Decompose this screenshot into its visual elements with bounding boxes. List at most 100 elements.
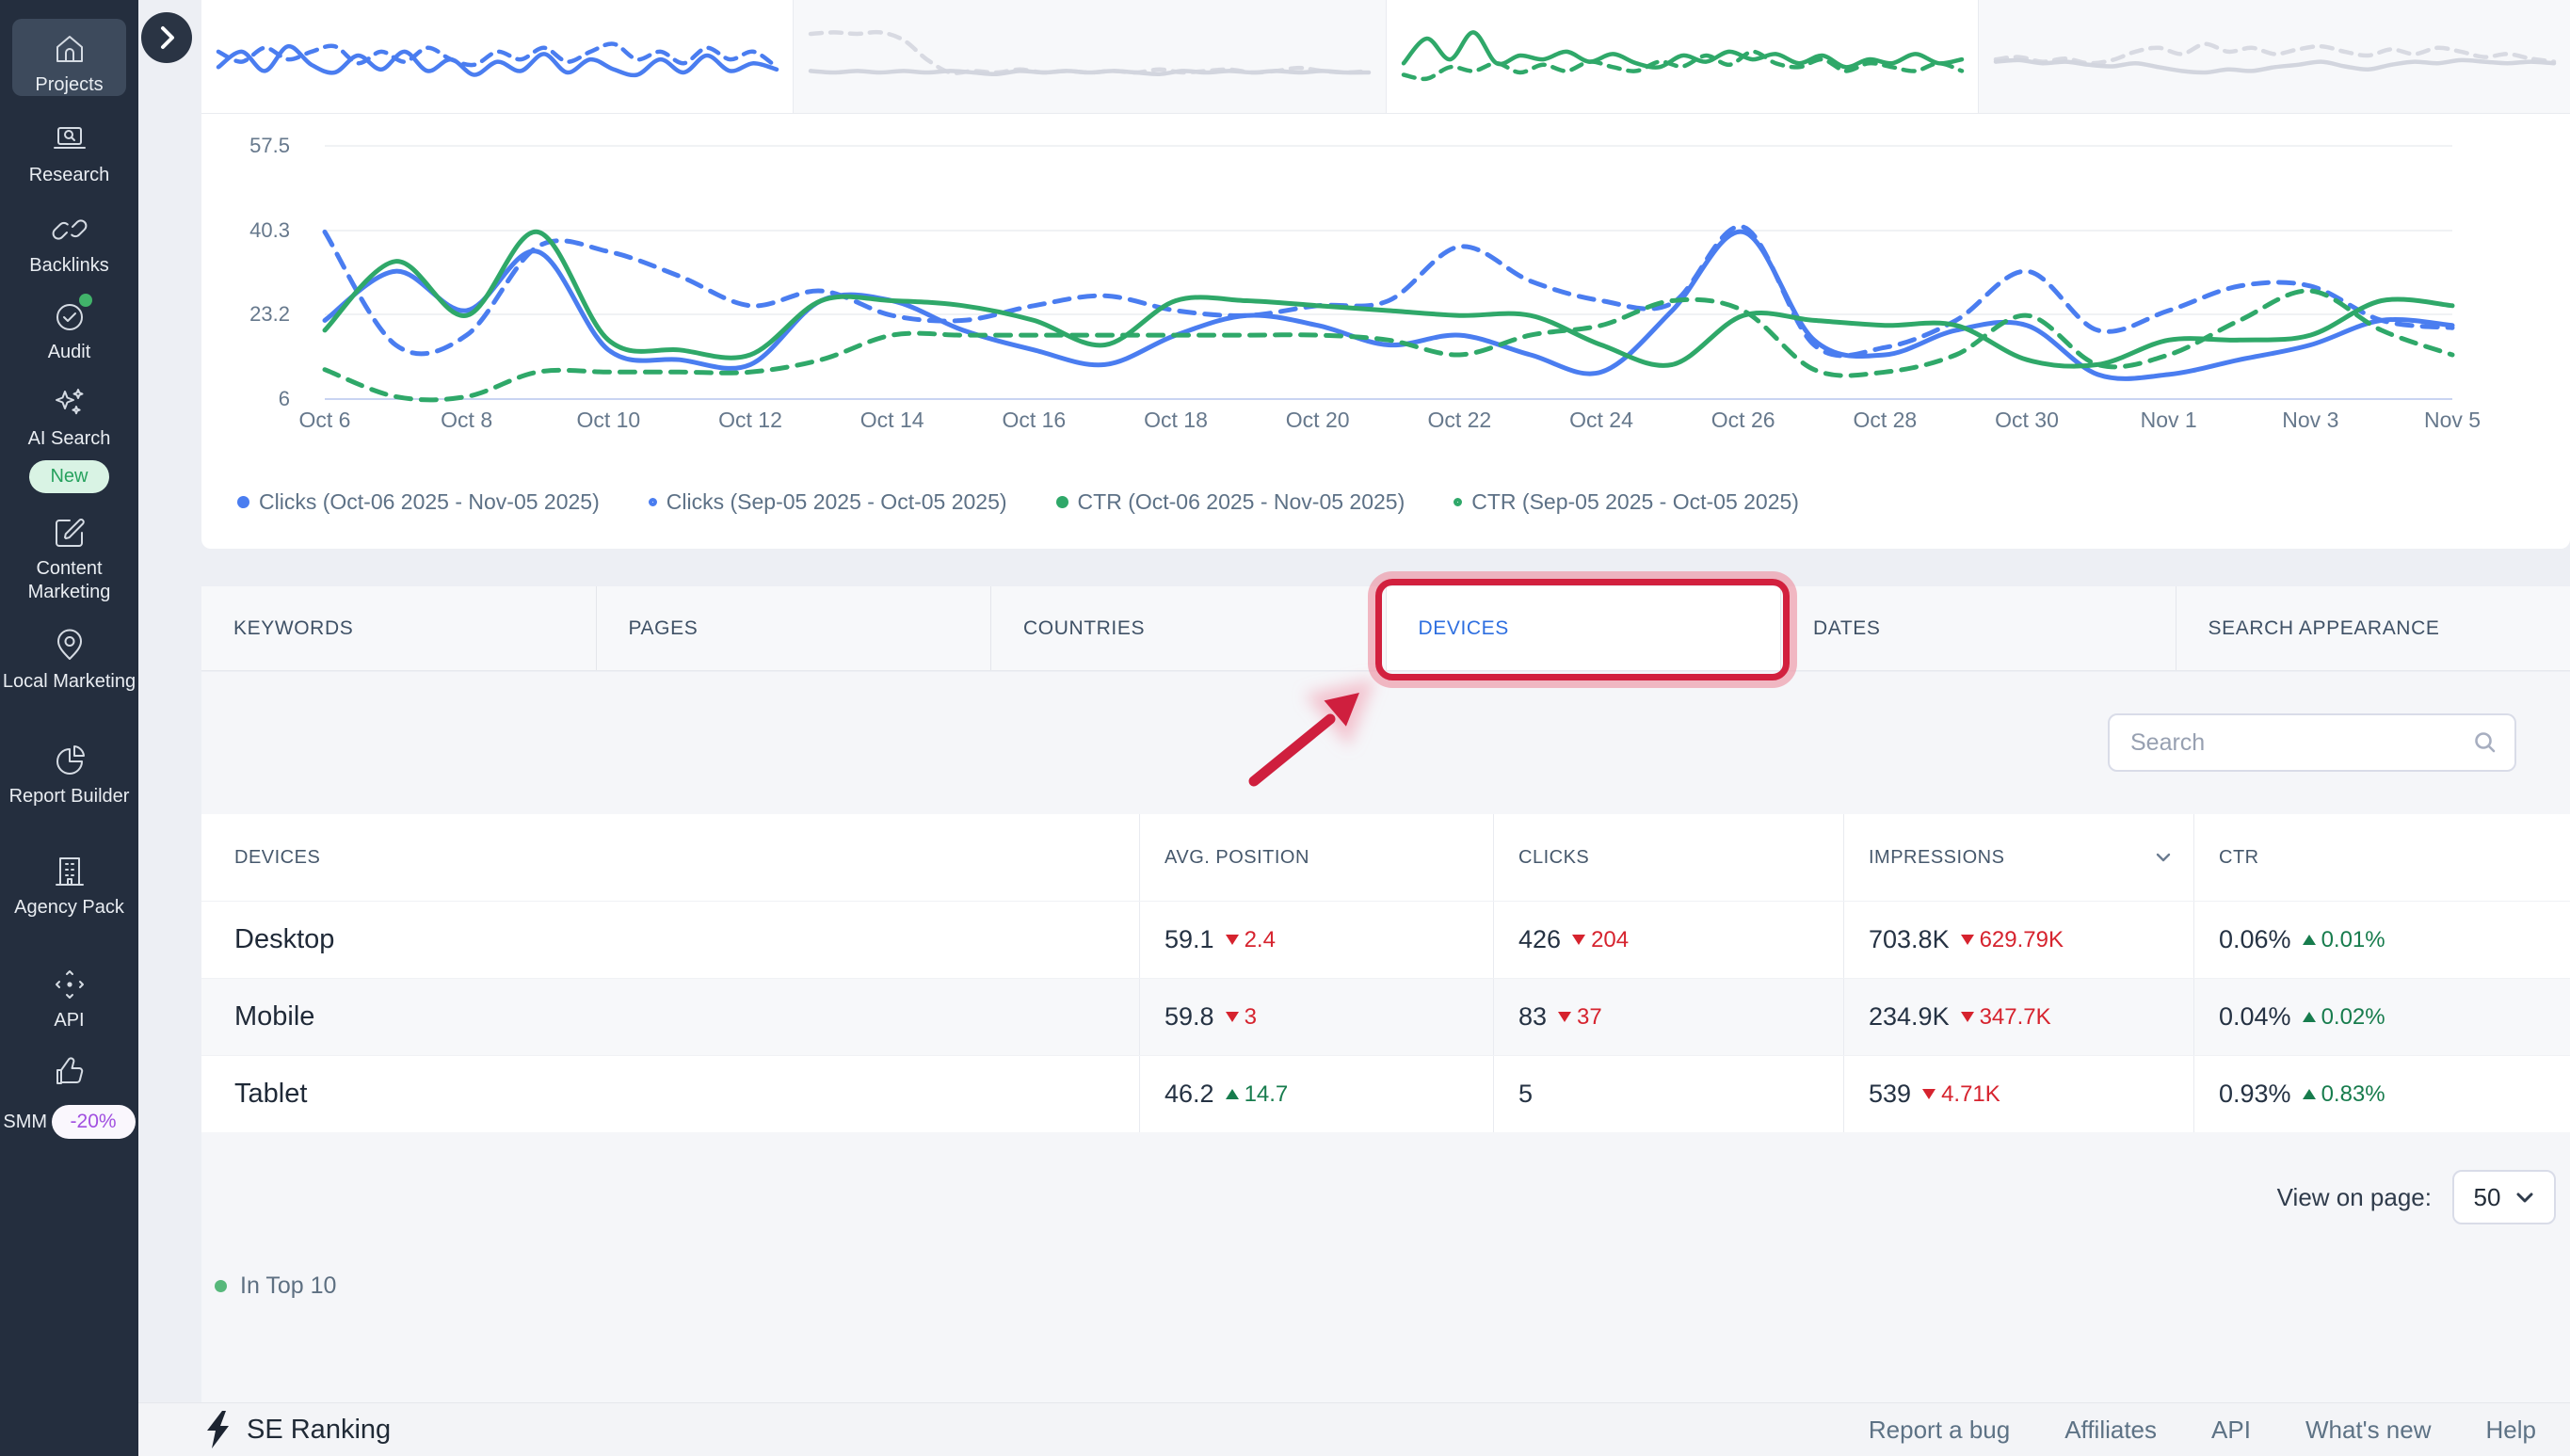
metric-cell: 5 <box>1493 1056 1843 1132</box>
sidebar-item-label: Backlinks <box>29 255 108 276</box>
sidebar-item-research[interactable]: Research <box>0 120 138 187</box>
header-devices[interactable]: DEVICES <box>201 814 1139 901</box>
delta-down: 629.79K <box>1961 927 2064 953</box>
x-axis-tick: Nov 3 <box>2282 408 2338 433</box>
home-icon <box>51 30 88 68</box>
sidebar-item-agency-pack[interactable]: Agency Pack <box>0 853 138 920</box>
header-impressions[interactable]: IMPRESSIONS <box>1843 814 2193 901</box>
delta-up: 14.7 <box>1226 1081 1289 1108</box>
thumbnail-ctr[interactable] <box>1387 0 1979 113</box>
sidebar-item-projects[interactable]: Projects <box>12 19 126 96</box>
delta-down: 3 <box>1226 1004 1257 1031</box>
legend-clicks-current[interactable]: Clicks (Oct-06 2025 - Nov-05 2025) <box>237 489 600 515</box>
metric-value: 703.8K <box>1869 925 1950 954</box>
thumbnail-clicks[interactable] <box>201 0 794 113</box>
series-line <box>325 227 2452 356</box>
sidebar-item-label: Local Marketing <box>0 670 138 694</box>
metric-cell: 59.12.4 <box>1139 902 1493 978</box>
table-row[interactable]: Desktop59.12.4426204703.8K629.79K0.06%0.… <box>201 901 2570 978</box>
discount-badge: -20% <box>52 1105 136 1139</box>
x-axis-tick: Oct 10 <box>576 408 640 433</box>
devices-table: DEVICES AVG. POSITION CLICKS IMPRESSIONS… <box>201 814 2570 1132</box>
header-clicks[interactable]: CLICKS <box>1493 814 1843 901</box>
metric-cell: 0.06%0.01% <box>2193 902 2570 978</box>
footer: SE Ranking Report a bug Affiliates API W… <box>138 1402 2570 1456</box>
triangle-down-icon <box>1226 1012 1239 1022</box>
metric-cell: 5394.71K <box>1843 1056 2193 1132</box>
sort-chevron-icon[interactable] <box>2154 851 2173 864</box>
metric-value: 234.9K <box>1869 1002 1950 1032</box>
x-axis-tick: Oct 8 <box>441 408 492 433</box>
legend-dot-icon <box>649 498 657 506</box>
tab-keywords[interactable]: KEYWORDS <box>201 586 597 670</box>
pie-chart-icon <box>51 742 88 779</box>
footer-link-help[interactable]: Help <box>2486 1416 2536 1445</box>
y-axis-tick: 23.2 <box>228 302 290 327</box>
metric-value: 0.06% <box>2219 925 2291 954</box>
device-cell: Desktop <box>201 902 1139 978</box>
footer-link-report-a-bug[interactable]: Report a bug <box>1869 1416 2010 1445</box>
tab-devices[interactable]: DEVICES <box>1387 586 1782 670</box>
delta-value: 347.7K <box>1980 1004 2051 1031</box>
metric-cell: 83 37 <box>1493 979 1843 1055</box>
delta-value: 37 <box>1577 1004 1602 1031</box>
sidebar-expand-button[interactable] <box>141 12 192 63</box>
triangle-down-icon <box>1226 935 1239 945</box>
metric-thumbnails <box>201 0 2570 114</box>
sidebar-item-report-builder[interactable]: Report Builder <box>0 742 138 808</box>
thumbnail-impressions[interactable] <box>794 0 1386 113</box>
footer-link-affiliates[interactable]: Affiliates <box>2064 1416 2157 1445</box>
search-input[interactable] <box>2110 729 2473 757</box>
x-axis-tick: Oct 18 <box>1144 408 1208 433</box>
metric-cell: 0.04%0.02% <box>2193 979 2570 1055</box>
sidebar-item-backlinks[interactable]: Backlinks <box>0 211 138 278</box>
legend-ctr-current[interactable]: CTR (Oct-06 2025 - Nov-05 2025) <box>1056 489 1405 515</box>
notification-dot <box>79 294 92 307</box>
table-row[interactable]: Mobile59.838337234.9K347.7K0.04%0.02% <box>201 978 2570 1055</box>
tab-search-appearance[interactable]: SEARCH APPEARANCE <box>2176 586 2570 670</box>
tab-countries[interactable]: COUNTRIES <box>991 586 1387 670</box>
sidebar-item-local-marketing[interactable]: Local Marketing <box>0 627 138 694</box>
triangle-down-icon <box>1558 1012 1571 1022</box>
footer-link-whats-new[interactable]: What's new <box>2305 1416 2432 1445</box>
device-cell: Tablet <box>201 1056 1139 1132</box>
sidebar-item-label: Report Builder <box>0 785 138 808</box>
page-size-select[interactable]: 50 <box>2452 1170 2556 1224</box>
metric-value: 5 <box>1518 1080 1533 1109</box>
delta-value: 2.4 <box>1245 927 1276 953</box>
x-axis-tick: Oct 22 <box>1427 408 1491 433</box>
device-name: Tablet <box>234 1079 307 1110</box>
table-row[interactable]: Tablet46.214.755394.71K0.93%0.83% <box>201 1055 2570 1132</box>
x-axis-tick: Oct 20 <box>1286 408 1350 433</box>
tab-pages[interactable]: PAGES <box>597 586 992 670</box>
metric-value: 83 <box>1518 1002 1547 1032</box>
sidebar-item-api[interactable]: API <box>0 966 138 1032</box>
device-name: Mobile <box>234 1001 314 1032</box>
device-name: Desktop <box>234 924 334 955</box>
brand[interactable]: SE Ranking <box>201 1411 391 1448</box>
se-ranking-logo-icon <box>201 1411 233 1448</box>
pencil-square-icon <box>51 514 88 552</box>
footer-links: Report a bug Affiliates API What's new H… <box>1869 1416 2536 1445</box>
clicks-ctr-chart: 57.5 40.3 23.2 6 Oct 6Oct 8Oct 10Oct 12O… <box>201 114 2570 549</box>
sidebar-item-content-marketing[interactable]: Content Marketing <box>0 514 138 604</box>
footer-link-api[interactable]: API <box>2211 1416 2251 1445</box>
header-avg-position[interactable]: AVG. POSITION <box>1139 814 1493 901</box>
in-top-10-legend: In Top 10 <box>215 1272 336 1300</box>
sidebar-item-ai-search[interactable]: AI Search New <box>0 384 138 493</box>
delta-down: 4.71K <box>1922 1081 2000 1108</box>
sidebar-item-smm[interactable]: SMM -20% <box>0 1052 138 1139</box>
thumbnail-position[interactable] <box>1979 0 2570 113</box>
view-on-page-label: View on page: <box>2277 1183 2432 1212</box>
y-axis-tick: 6 <box>228 387 290 411</box>
legend-clicks-previous[interactable]: Clicks (Sep-05 2025 - Oct-05 2025) <box>649 489 1007 515</box>
tab-dates[interactable]: DATES <box>1781 586 2176 670</box>
sidebar-item-audit[interactable]: Audit <box>0 297 138 364</box>
triangle-up-icon <box>2303 935 2316 945</box>
header-ctr[interactable]: CTR <box>2193 814 2570 901</box>
metric-value: 46.2 <box>1165 1080 1214 1109</box>
sidebar-item-label: API <box>54 1010 84 1031</box>
legend-dot-icon <box>237 496 249 508</box>
metric-value: 426 <box>1518 925 1561 954</box>
legend-ctr-previous[interactable]: CTR (Sep-05 2025 - Oct-05 2025) <box>1454 489 1799 515</box>
